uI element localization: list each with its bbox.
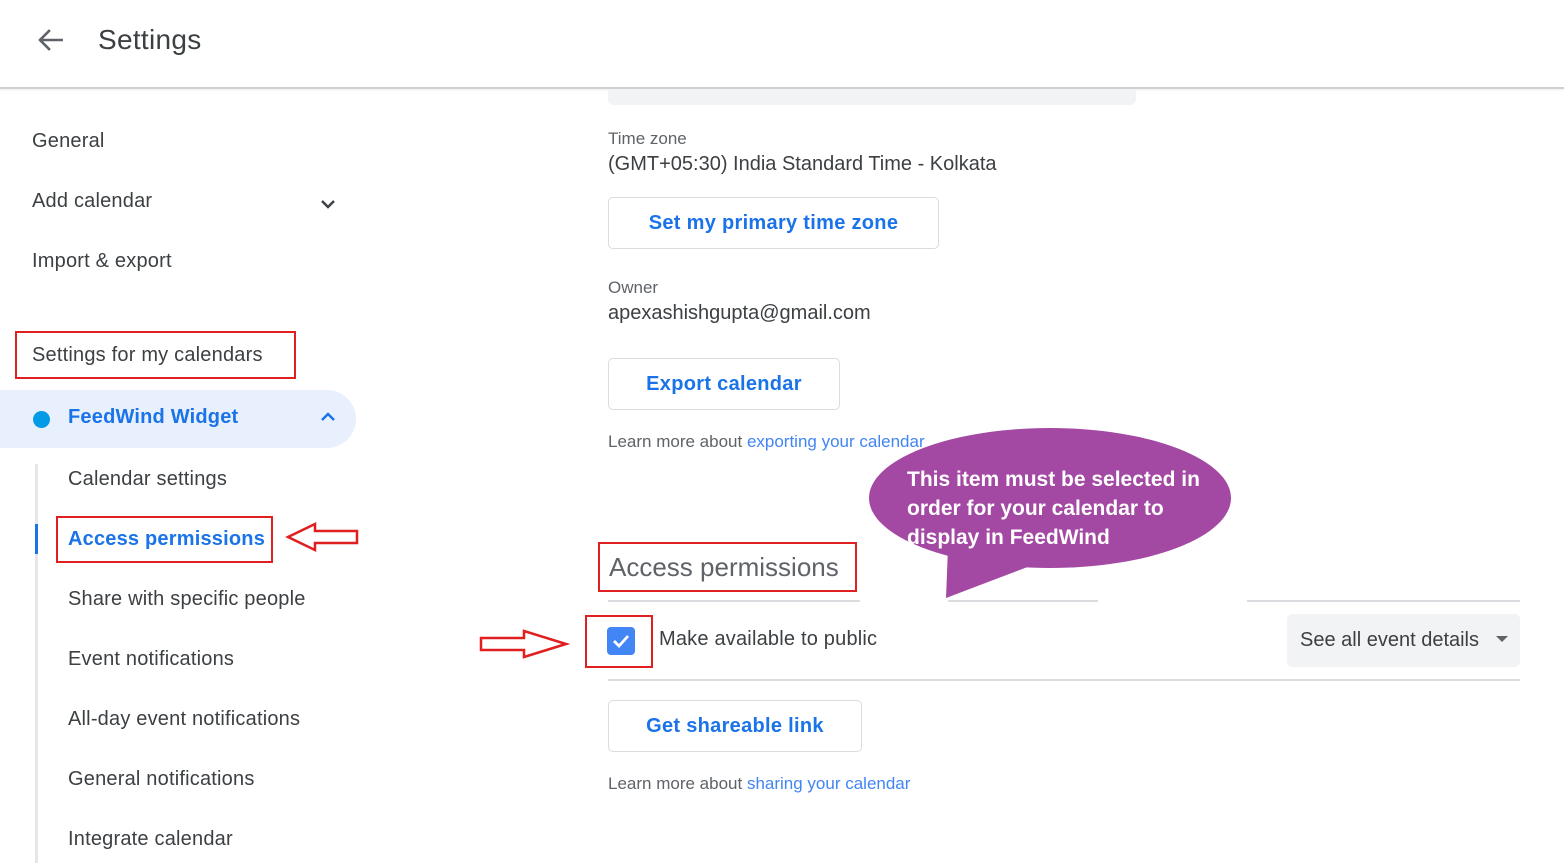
access-permissions-heading: Access permissions	[598, 542, 857, 592]
dropdown-caret-icon	[1496, 636, 1508, 642]
subnav-share-with-specific-people[interactable]: Share with specific people	[68, 588, 306, 611]
subnav-active-indicator	[35, 524, 38, 554]
sidebar-item-add-calendar[interactable]: Add calendar	[32, 190, 152, 213]
visibility-select-value: See all event details	[1300, 629, 1480, 651]
back-button[interactable]	[30, 22, 70, 58]
subnav-general-notifications[interactable]: General notifications	[68, 768, 255, 791]
get-shareable-link-button[interactable]: Get shareable link	[608, 700, 862, 752]
learn-more-prefix: Learn more about	[608, 432, 743, 451]
sidebar-item-general[interactable]: General	[32, 130, 105, 153]
time-zone-value: (GMT+05:30) India Standard Time - Kolkat…	[608, 153, 997, 175]
set-primary-time-zone-button[interactable]: Set my primary time zone	[608, 197, 939, 249]
arrow-left-icon	[38, 29, 63, 51]
page-title: Settings	[98, 24, 202, 55]
divider-bottom	[608, 679, 1520, 681]
settings-sidebar: General Add calendar Import & export Set…	[0, 90, 380, 863]
previous-field-strip	[608, 89, 1136, 105]
sharing-learn-more: Learn more about sharing your calendar	[608, 774, 910, 794]
calendar-color-dot	[33, 411, 50, 428]
chevron-up-icon[interactable]	[320, 411, 336, 423]
checkmark-icon	[613, 635, 630, 649]
highlight-box-access-permissions	[56, 516, 273, 563]
owner-label: Owner	[608, 278, 659, 297]
section-heading-my-calendars: Settings for my calendars	[15, 331, 296, 379]
calendar-name: FeedWind Widget	[68, 406, 239, 428]
annotation-arrow-left-icon	[285, 522, 359, 552]
visibility-select[interactable]: See all event details	[1287, 614, 1520, 667]
owner-value: apexashishgupta@gmail.com	[608, 302, 871, 324]
learn-more-prefix: Learn more about	[608, 774, 743, 793]
subnav-event-notifications[interactable]: Event notifications	[68, 648, 234, 671]
sidebar-item-import-export[interactable]: Import & export	[32, 250, 172, 273]
subnav-all-day-event-notifications[interactable]: All-day event notifications	[68, 708, 300, 731]
chevron-down-icon[interactable]	[320, 198, 336, 210]
time-zone-label: Time zone	[608, 129, 687, 148]
make-public-label[interactable]: Make available to public	[659, 628, 877, 651]
make-public-checkbox[interactable]	[607, 627, 635, 655]
subnav-integrate-calendar[interactable]: Integrate calendar	[68, 828, 233, 851]
sidebar-calendar-feedwind-widget[interactable]: FeedWind Widget	[0, 390, 356, 448]
subnav-calendar-settings[interactable]: Calendar settings	[68, 468, 227, 491]
sharing-calendar-link[interactable]: sharing your calendar	[747, 774, 910, 793]
app-header: Settings	[0, 0, 1564, 89]
annotation-callout-text: This item must be selected in order for …	[907, 468, 1200, 549]
divider-top-c	[1247, 600, 1520, 602]
export-calendar-button[interactable]: Export calendar	[608, 358, 840, 410]
divider-top-a	[608, 600, 860, 602]
annotation-arrow-right-icon	[479, 629, 570, 659]
